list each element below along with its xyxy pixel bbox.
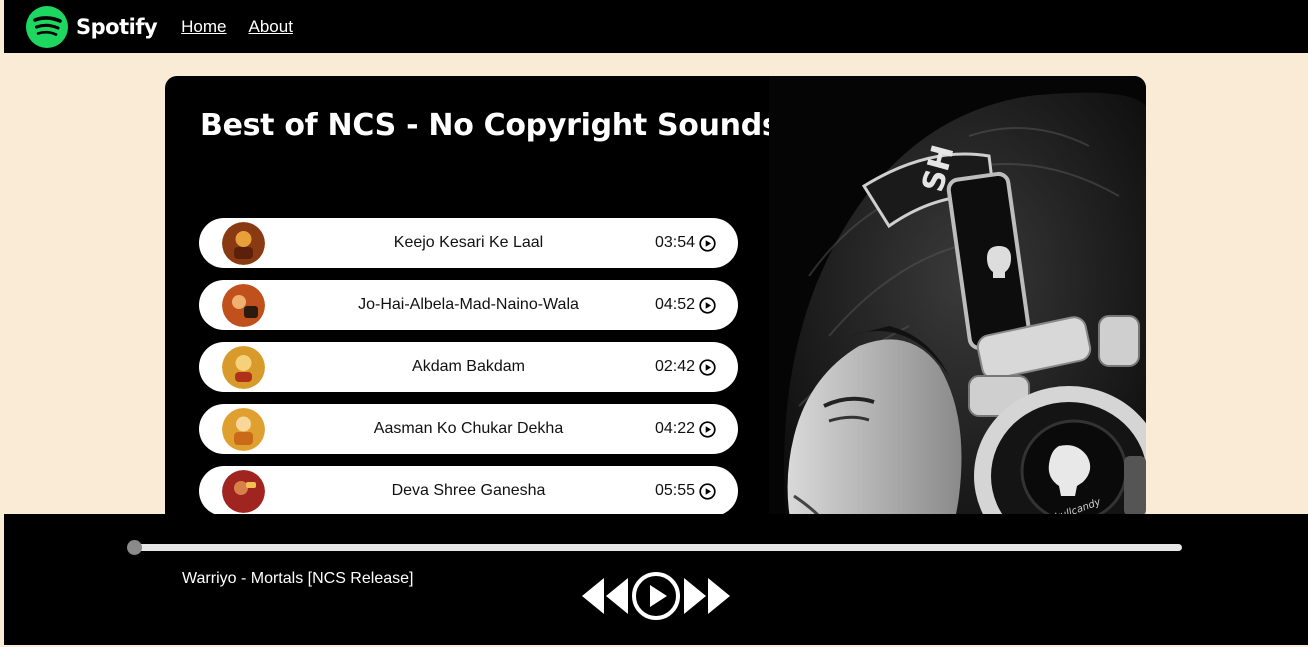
play-circle-icon[interactable] — [699, 482, 716, 500]
next-icon[interactable] — [682, 574, 734, 618]
nav-link-about[interactable]: About — [249, 17, 293, 37]
playlist-title: Best of NCS - No Copyright Sounds — [200, 108, 780, 143]
song-name: Jo-Hai-Albela-Mad-Naino-Wala — [358, 296, 579, 313]
song-duration: 02:42 — [654, 358, 695, 375]
song-duration-group: 05:55 — [655, 482, 716, 500]
song-list: Keejo Kesari Ke Laal 03:54 Jo-Hai-Albela… — [199, 218, 738, 528]
song-item[interactable]: Aasman Ko Chukar Dekha 04:22 — [199, 404, 738, 454]
hero-headphones-image: SH Skullcandy — [769, 76, 1146, 556]
play-circle-icon[interactable] — [699, 296, 716, 314]
song-duration: 04:22 — [654, 420, 695, 437]
progress-bar[interactable] — [127, 540, 1182, 555]
spotify-icon — [26, 5, 68, 48]
playlist-container: Best of NCS - No Copyright Sounds Keejo … — [165, 76, 1146, 556]
song-item[interactable]: Jo-Hai-Albela-Mad-Naino-Wala 04:52 — [199, 280, 738, 330]
song-duration-group: 04:52 — [655, 296, 716, 314]
song-duration: 04:52 — [654, 296, 695, 313]
song-name: Deva Shree Ganesha — [391, 482, 546, 499]
player-bar: Warriyo - Mortals [NCS Release] — [4, 514, 1308, 645]
song-item[interactable]: Keejo Kesari Ke Laal 03:54 — [199, 218, 738, 268]
song-cover — [222, 469, 265, 513]
spotify-logo[interactable]: Spotify — [26, 5, 158, 48]
player-controls — [578, 570, 734, 622]
song-cover — [222, 345, 265, 389]
song-duration-group: 04:22 — [655, 420, 716, 438]
song-cover — [222, 283, 265, 327]
play-circle-icon[interactable] — [699, 234, 716, 252]
play-circle-icon[interactable] — [699, 420, 716, 438]
song-name: Aasman Ko Chukar Dekha — [373, 420, 564, 437]
brand-name: Spotify — [76, 14, 158, 39]
nav-link-home[interactable]: Home — [181, 17, 226, 37]
play-circle-icon[interactable] — [630, 570, 682, 622]
song-item[interactable]: Deva Shree Ganesha 05:55 — [199, 466, 738, 516]
song-cover — [222, 221, 265, 265]
song-duration-group: 03:54 — [655, 234, 716, 252]
song-item[interactable]: Akdam Bakdam 02:42 — [199, 342, 738, 392]
song-cover — [222, 407, 265, 451]
song-name: Akdam Bakdam — [412, 358, 525, 375]
play-circle-icon[interactable] — [699, 358, 716, 376]
progress-thumb[interactable] — [127, 540, 142, 555]
song-name: Keejo Kesari Ke Laal — [393, 234, 544, 251]
song-duration: 05:55 — [654, 482, 695, 499]
song-duration: 03:54 — [654, 234, 695, 251]
now-playing-song: Warriyo - Mortals [NCS Release] — [182, 570, 414, 587]
previous-icon[interactable] — [578, 574, 630, 618]
navbar: Spotify Home About — [4, 0, 1308, 53]
song-duration-group: 02:42 — [655, 358, 716, 376]
